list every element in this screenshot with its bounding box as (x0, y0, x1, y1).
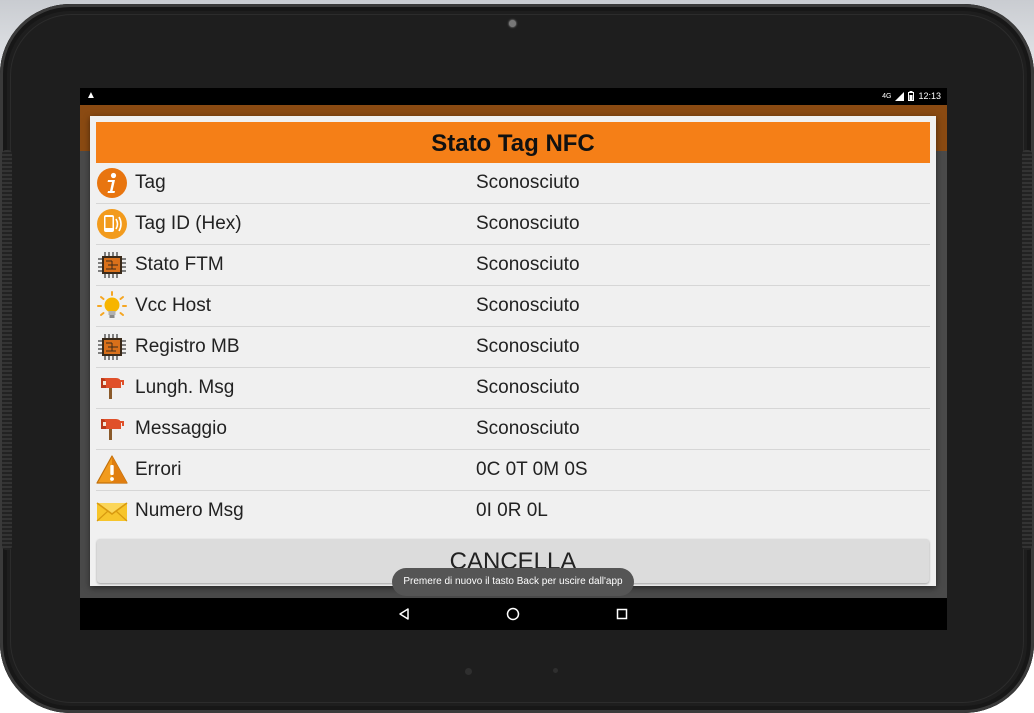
network-type: 4G (882, 92, 892, 100)
chip-icon (98, 252, 126, 278)
toast-message: Premere di nuovo il tasto Back per uscir… (392, 568, 634, 596)
row-label: Stato FTM (135, 254, 224, 275)
row-label: Tag (135, 172, 166, 193)
device-screen: ▲ 4G 12:13 Stato Tag NFC Tag Sconosciuto (80, 88, 947, 630)
row-label: Registro MB (135, 336, 240, 357)
speaker-grille-right (1022, 150, 1032, 550)
row-value: Sconosciuto (476, 295, 580, 316)
sensor-dot (465, 668, 472, 675)
status-indicators: 4G 12:13 (882, 91, 941, 101)
status-row-vcc-host: Vcc Host Sconosciuto (96, 286, 930, 327)
row-label: Tag ID (Hex) (135, 213, 242, 234)
recents-icon[interactable] (614, 606, 630, 622)
info-icon (97, 168, 127, 198)
row-label: Lungh. Msg (135, 377, 235, 398)
status-row-tag: Tag Sconosciuto (96, 163, 930, 204)
row-label: Errori (135, 459, 182, 480)
warning-icon (96, 455, 128, 484)
warning-notification-icon: ▲ (86, 90, 96, 101)
front-camera (509, 20, 516, 27)
dialog-title: Stato Tag NFC (96, 122, 930, 163)
row-value: Sconosciuto (476, 418, 580, 439)
clock: 12:13 (918, 91, 941, 101)
row-value: Sconosciuto (476, 254, 580, 275)
signal-icon (895, 91, 905, 101)
row-value: Sconosciuto (476, 172, 580, 193)
back-icon[interactable] (396, 606, 412, 622)
status-row-tag-id: Tag ID (Hex) Sconosciuto (96, 204, 930, 245)
home-icon[interactable] (505, 606, 521, 622)
row-value: Sconosciuto (476, 213, 580, 234)
mailbox-icon (101, 378, 124, 399)
envelope-icon (96, 502, 128, 522)
row-value: 0I 0R 0L (476, 500, 548, 521)
row-value: Sconosciuto (476, 377, 580, 398)
chip-icon (98, 334, 126, 360)
status-row-lungh-msg: Lungh. Msg Sconosciuto (96, 368, 930, 409)
status-row-registro-mb: Registro MB Sconosciuto (96, 327, 930, 368)
nfc-phone-icon (97, 209, 127, 239)
battery-icon (908, 91, 915, 101)
status-row-numero-msg: Numero Msg 0I 0R 0L (96, 491, 930, 531)
mailbox-icon (101, 419, 124, 440)
row-label: Vcc Host (135, 295, 212, 316)
status-bar: ▲ 4G 12:13 (80, 88, 947, 105)
navigation-bar (80, 598, 947, 630)
status-row-stato-ftm: Stato FTM Sconosciuto (96, 245, 930, 286)
row-label: Messaggio (135, 418, 227, 439)
row-value: 0C 0T 0M 0S (476, 459, 588, 480)
sensor-dot (553, 668, 558, 673)
lightbulb-icon (97, 291, 127, 318)
row-label: Numero Msg (135, 500, 244, 521)
row-value: Sconosciuto (476, 336, 580, 357)
status-row-errori: Errori 0C 0T 0M 0S (96, 450, 930, 491)
status-row-messaggio: Messaggio Sconosciuto (96, 409, 930, 450)
speaker-grille-left (2, 150, 12, 550)
nfc-status-dialog: Stato Tag NFC Tag Sconosciuto Tag ID (He… (90, 116, 936, 586)
